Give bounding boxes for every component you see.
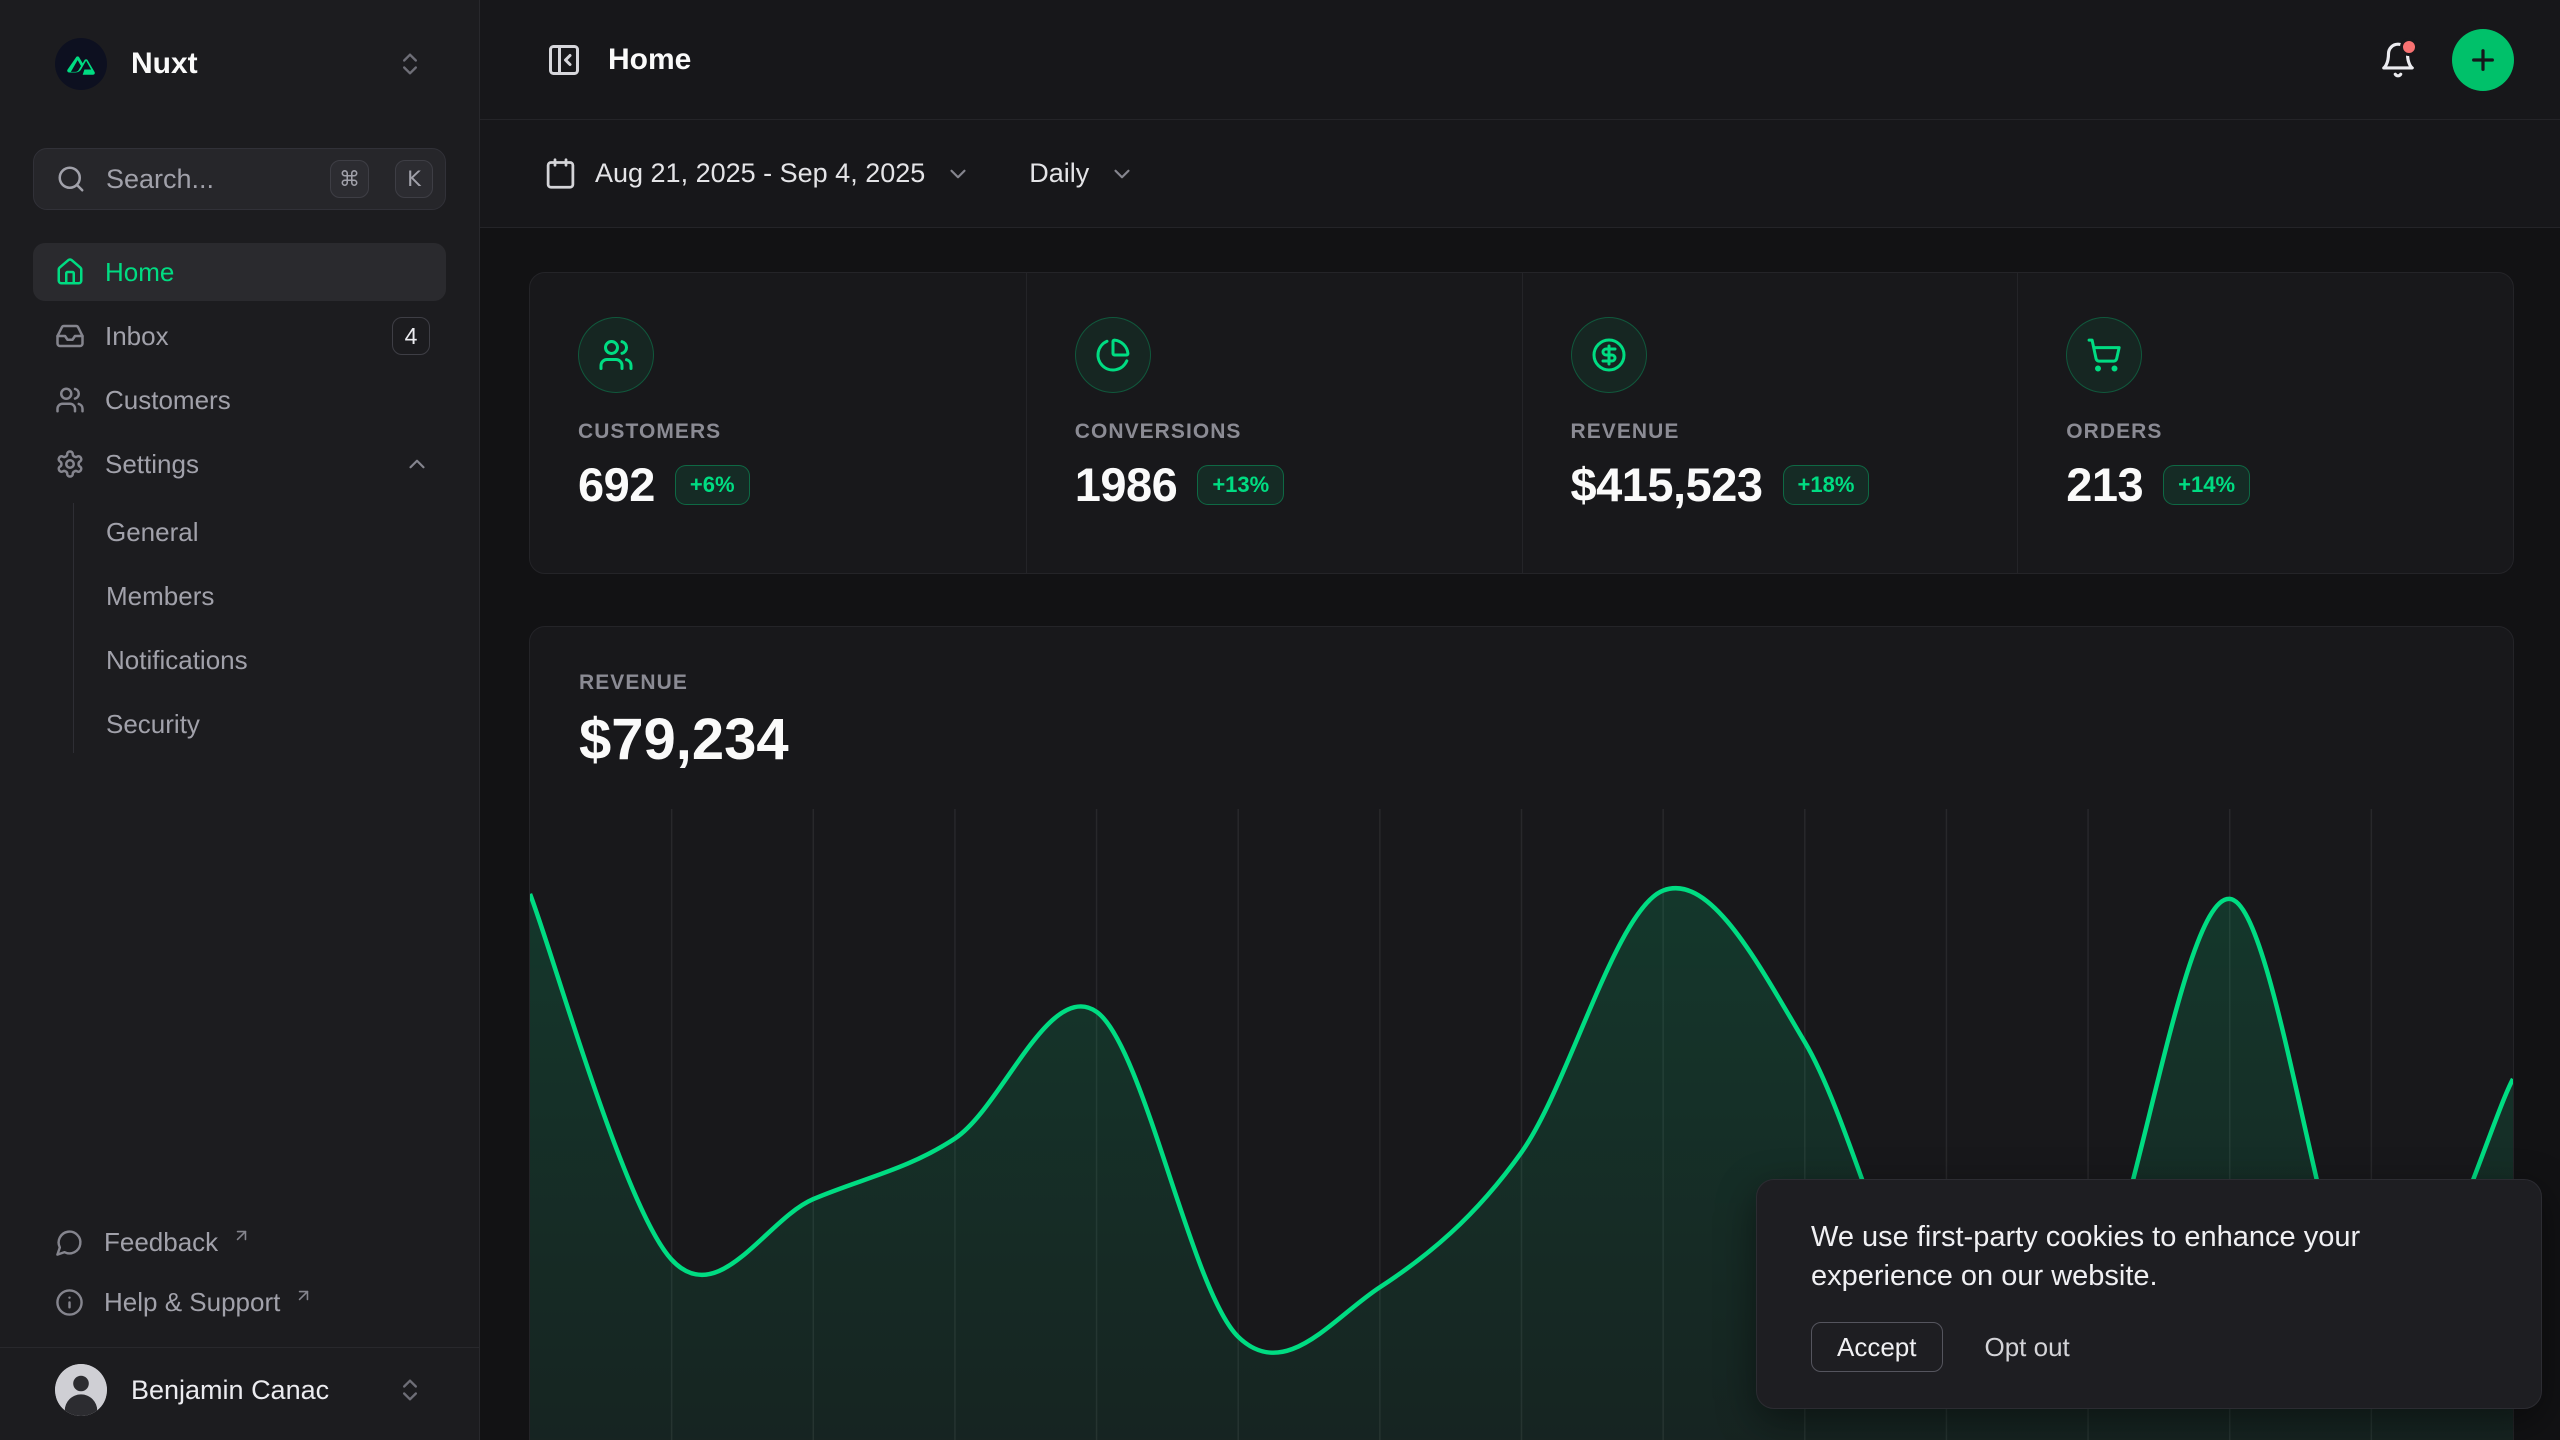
sidebar-item-members[interactable]: Members xyxy=(106,567,446,625)
sidebar: Nuxt Search... ⌘ K Home Inbox 4 Customer… xyxy=(0,0,480,1440)
chevrons-up-down-icon xyxy=(396,50,424,78)
chevrons-up-down-icon xyxy=(396,1376,424,1404)
sidebar-item-label: Settings xyxy=(105,449,199,480)
sidebar-item-inbox[interactable]: Inbox 4 xyxy=(33,307,446,365)
date-range-picker[interactable]: Aug 21, 2025 - Sep 4, 2025 xyxy=(544,157,971,190)
stat-value: 213 xyxy=(2066,457,2143,512)
inbox-count-badge: 4 xyxy=(392,317,430,355)
message-circle-icon xyxy=(55,1228,84,1257)
date-range-label: Aug 21, 2025 - Sep 4, 2025 xyxy=(595,158,925,189)
stat-label: CONVERSIONS xyxy=(1075,420,1474,444)
cookie-banner: We use first-party cookies to enhance yo… xyxy=(1756,1179,2542,1409)
search-icon xyxy=(56,164,86,194)
stat-value: 692 xyxy=(578,457,655,512)
sidebar-item-label: Customers xyxy=(105,385,231,416)
cookie-message: We use first-party cookies to enhance yo… xyxy=(1811,1218,2431,1296)
nuxt-logo-icon xyxy=(55,38,107,90)
arrow-up-right-icon xyxy=(294,1286,313,1305)
revenue-chart-label: REVENUE xyxy=(579,671,2513,695)
users-icon xyxy=(55,385,85,415)
stat-label: REVENUE xyxy=(1571,420,1970,444)
kbd-k: K xyxy=(395,160,433,198)
arrow-up-right-icon xyxy=(232,1226,251,1245)
calendar-icon xyxy=(544,157,577,190)
cookie-actions: Accept Opt out xyxy=(1811,1322,2487,1372)
feedback-link[interactable]: Feedback xyxy=(33,1213,446,1271)
circle-dollar-icon xyxy=(1571,317,1647,393)
revenue-chart-header: REVENUE $79,234 xyxy=(530,627,2513,769)
sidebar-item-label: Home xyxy=(105,257,174,288)
create-button[interactable] xyxy=(2452,29,2514,91)
stat-label: CUSTOMERS xyxy=(578,420,978,444)
sub-item-label: Members xyxy=(106,581,214,612)
topbar: Home xyxy=(480,0,2560,120)
user-menu[interactable]: Benjamin Canac xyxy=(33,1362,446,1418)
plus-icon xyxy=(2467,44,2499,76)
sub-item-label: Notifications xyxy=(106,645,248,676)
chevron-up-icon xyxy=(404,451,430,477)
panel-left-close-icon xyxy=(546,42,582,78)
sub-item-label: Security xyxy=(106,709,200,740)
notification-dot xyxy=(2400,38,2418,56)
stat-change-badge: +14% xyxy=(2163,465,2250,505)
workspace-name: Nuxt xyxy=(131,47,372,81)
sidebar-collapse-button[interactable] xyxy=(544,40,584,80)
shopping-cart-icon xyxy=(2066,317,2142,393)
settings-subnav: General Members Notifications Security xyxy=(73,503,446,753)
chart-pie-icon xyxy=(1075,317,1151,393)
gear-icon xyxy=(55,449,85,479)
topbar-actions xyxy=(2374,29,2514,91)
sidebar-item-notifications[interactable]: Notifications xyxy=(106,631,446,689)
page-title: Home xyxy=(608,43,691,77)
sidebar-item-settings[interactable]: Settings xyxy=(33,435,446,493)
info-icon xyxy=(55,1288,84,1317)
sidebar-footer: Feedback Help & Support xyxy=(33,1213,446,1331)
sidebar-item-label: Inbox xyxy=(105,321,169,352)
stats-cards: CUSTOMERS 692 +6% CONVERSIONS 1986 +13% xyxy=(529,272,2514,574)
opt-out-button[interactable]: Opt out xyxy=(1985,1332,2070,1363)
sidebar-item-customers[interactable]: Customers xyxy=(33,371,446,429)
stat-change-badge: +6% xyxy=(675,465,750,505)
help-support-link[interactable]: Help & Support xyxy=(33,1273,446,1331)
stat-change-badge: +18% xyxy=(1783,465,1870,505)
chevron-down-icon xyxy=(945,161,971,187)
notifications-button[interactable] xyxy=(2374,36,2422,84)
stat-card-revenue[interactable]: REVENUE $415,523 +18% xyxy=(1522,273,2018,573)
sub-item-label: General xyxy=(106,517,199,548)
inbox-icon xyxy=(55,321,85,351)
users-icon xyxy=(578,317,654,393)
sidebar-divider xyxy=(0,1347,479,1348)
workspace-switcher[interactable]: Nuxt xyxy=(33,36,446,92)
sidebar-nav: Home Inbox 4 Customers Settings General … xyxy=(33,243,446,753)
interval-label: Daily xyxy=(1029,158,1089,189)
stat-card-customers[interactable]: CUSTOMERS 692 +6% xyxy=(530,273,1026,573)
sidebar-item-security[interactable]: Security xyxy=(106,695,446,753)
home-icon xyxy=(55,257,85,287)
stat-value: 1986 xyxy=(1075,457,1178,512)
stat-change-badge: +13% xyxy=(1197,465,1284,505)
filter-bar: Aug 21, 2025 - Sep 4, 2025 Daily xyxy=(480,120,2560,228)
stat-value: $415,523 xyxy=(1571,457,1763,512)
stat-card-orders[interactable]: ORDERS 213 +14% xyxy=(2017,273,2513,573)
accept-button[interactable]: Accept xyxy=(1811,1322,1943,1372)
search-input[interactable]: Search... ⌘ K xyxy=(33,148,446,210)
avatar xyxy=(55,1364,107,1416)
sidebar-item-home[interactable]: Home xyxy=(33,243,446,301)
interval-select[interactable]: Daily xyxy=(1029,158,1135,189)
kbd-cmd: ⌘ xyxy=(330,160,369,198)
foot-link-label: Help & Support xyxy=(104,1287,280,1318)
search-placeholder: Search... xyxy=(106,164,304,195)
sidebar-spacer xyxy=(33,753,446,1213)
revenue-chart-value: $79,234 xyxy=(579,711,2513,769)
stat-card-conversions[interactable]: CONVERSIONS 1986 +13% xyxy=(1026,273,1522,573)
chevron-down-icon xyxy=(1109,161,1135,187)
user-name: Benjamin Canac xyxy=(131,1375,372,1406)
sidebar-item-general[interactable]: General xyxy=(106,503,446,561)
foot-link-label: Feedback xyxy=(104,1227,218,1258)
stat-label: ORDERS xyxy=(2066,420,2465,444)
